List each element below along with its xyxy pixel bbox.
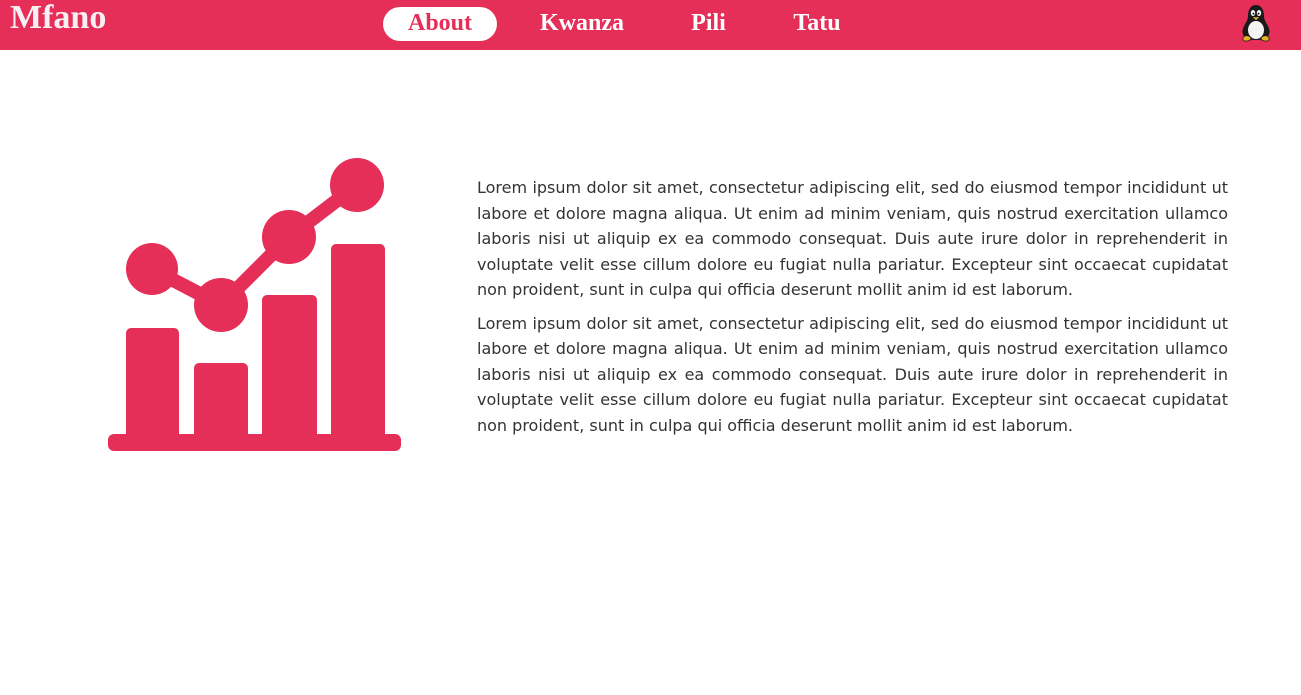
nav-item-kwanza[interactable]: Kwanza: [527, 7, 637, 41]
linux-penguin-icon[interactable]: [1238, 3, 1274, 43]
chart-bar-1: [126, 328, 179, 440]
nav-item-pili[interactable]: Pili: [676, 7, 741, 41]
top-navbar: Mfano About Kwanza Pili Tatu: [0, 0, 1301, 50]
paragraph-2: Lorem ipsum dolor sit amet, consectetur …: [477, 313, 1228, 435]
about-content: Lorem ipsum dolor sit amet, consectetur …: [477, 175, 1228, 446]
trend-point-4: [330, 158, 384, 212]
trend-point-2: [194, 278, 248, 332]
paragraph-1: Lorem ipsum dolor sit amet, consectetur …: [477, 178, 1228, 299]
chart-bar-3: [262, 295, 317, 440]
brand-logo[interactable]: Mfano: [10, 0, 106, 38]
growth-chart-icon: [108, 158, 401, 451]
trend-point-1: [126, 243, 178, 295]
chart-bar-2: [194, 363, 248, 440]
trend-point-3: [262, 210, 316, 264]
trend-line: [148, 179, 362, 312]
chart-bar-4: [331, 244, 385, 440]
nav-item-about[interactable]: About: [383, 7, 497, 41]
nav-item-tatu[interactable]: Tatu: [781, 7, 853, 41]
